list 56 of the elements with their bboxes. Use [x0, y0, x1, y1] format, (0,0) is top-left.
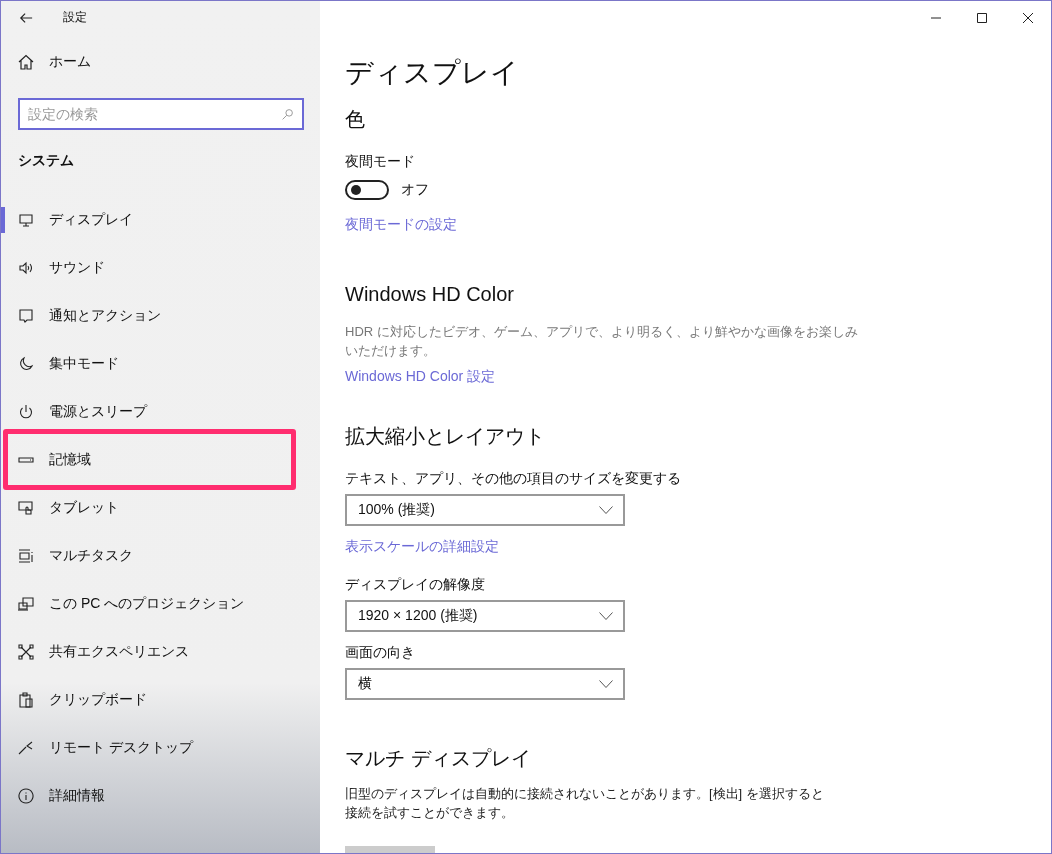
toggle-state: オフ	[401, 181, 429, 199]
sidebar-item[interactable]: サウンド	[1, 244, 320, 292]
power-icon	[18, 404, 34, 420]
setting-label: 夜間モード	[345, 152, 415, 171]
section-heading: システム	[18, 152, 75, 170]
section-heading: 色	[345, 107, 365, 132]
setting-label: テキスト、アプリ、その他の項目のサイズを変更する	[345, 469, 681, 488]
chevron-down-icon	[599, 612, 613, 620]
back-arrow-icon[interactable]	[19, 10, 33, 25]
toggle-switch[interactable]	[345, 180, 389, 200]
window-title: 設定	[63, 9, 87, 26]
tablet-icon	[18, 500, 34, 516]
orientation-dropdown[interactable]: 横	[345, 668, 625, 700]
sidebar-item[interactable]: この PC へのプロジェクション	[1, 580, 320, 628]
close-icon[interactable]	[1023, 13, 1033, 23]
home-link[interactable]: ホーム	[1, 40, 320, 84]
moon-icon	[18, 356, 34, 372]
sidebar-item[interactable]: 記憶域	[1, 436, 320, 484]
message-icon	[18, 308, 34, 324]
sidebar-item[interactable]: 共有エクスペリエンス	[1, 628, 320, 676]
scale-settings-link[interactable]: 表示スケールの詳細設定	[345, 536, 499, 556]
maximize-icon[interactable]	[977, 13, 987, 23]
search-field[interactable]: 設定の検索	[18, 98, 304, 130]
setting-label: 画面の向き	[345, 643, 415, 662]
info-icon	[18, 788, 34, 804]
search-icon	[281, 108, 294, 121]
night-mode-settings-link[interactable]: 夜間モードの設定	[345, 214, 457, 234]
sidebar-item[interactable]: マルチタスク	[1, 532, 320, 580]
chevron-down-icon	[599, 680, 613, 688]
chevron-down-icon	[599, 506, 613, 514]
sidebar-item[interactable]: タブレット	[1, 484, 320, 532]
resolution-dropdown[interactable]: 1920 × 1200 (推奨)	[345, 600, 625, 632]
remote-icon	[18, 740, 34, 756]
section-heading: Windows HD Color	[345, 282, 514, 307]
sidebar-item[interactable]: リモート デスクトップ	[1, 724, 320, 772]
hd-color-settings-link[interactable]: Windows HD Color 設定	[345, 366, 496, 386]
share-icon	[18, 644, 34, 660]
sidebar-item[interactable]: 集中モード	[1, 340, 320, 388]
home-icon	[18, 54, 34, 70]
sidebar-item[interactable]: ディスプレイ	[1, 196, 320, 244]
multitask-icon	[18, 548, 34, 564]
monitor-icon	[18, 212, 34, 228]
projector-icon	[18, 596, 34, 612]
section-heading: マルチ ディスプレイ	[345, 746, 531, 771]
section-heading: 拡大縮小とレイアウト	[345, 424, 545, 449]
description: 旧型のディスプレイは自動的に接続されないことがあります。[検出] を選択すると接続を試すことができます。	[345, 785, 825, 822]
scale-dropdown[interactable]: 100% (推奨)	[345, 494, 625, 526]
setting-label: ディスプレイの解像度	[345, 575, 485, 594]
sidebar-item[interactable]: 詳細情報	[1, 772, 320, 820]
description: HDR に対応したビデオ、ゲーム、アプリで、より明るく、より鮮やかな画像をお楽しみいただけます。	[345, 323, 859, 360]
sidebar-item[interactable]: クリップボード	[1, 676, 320, 724]
clipboard-icon	[18, 692, 34, 708]
speaker-icon	[18, 260, 34, 276]
sidebar-item[interactable]: 通知とアクション	[1, 292, 320, 340]
page-title: ディスプレイ	[345, 56, 519, 90]
sidebar-item[interactable]: 電源とスリープ	[1, 388, 320, 436]
